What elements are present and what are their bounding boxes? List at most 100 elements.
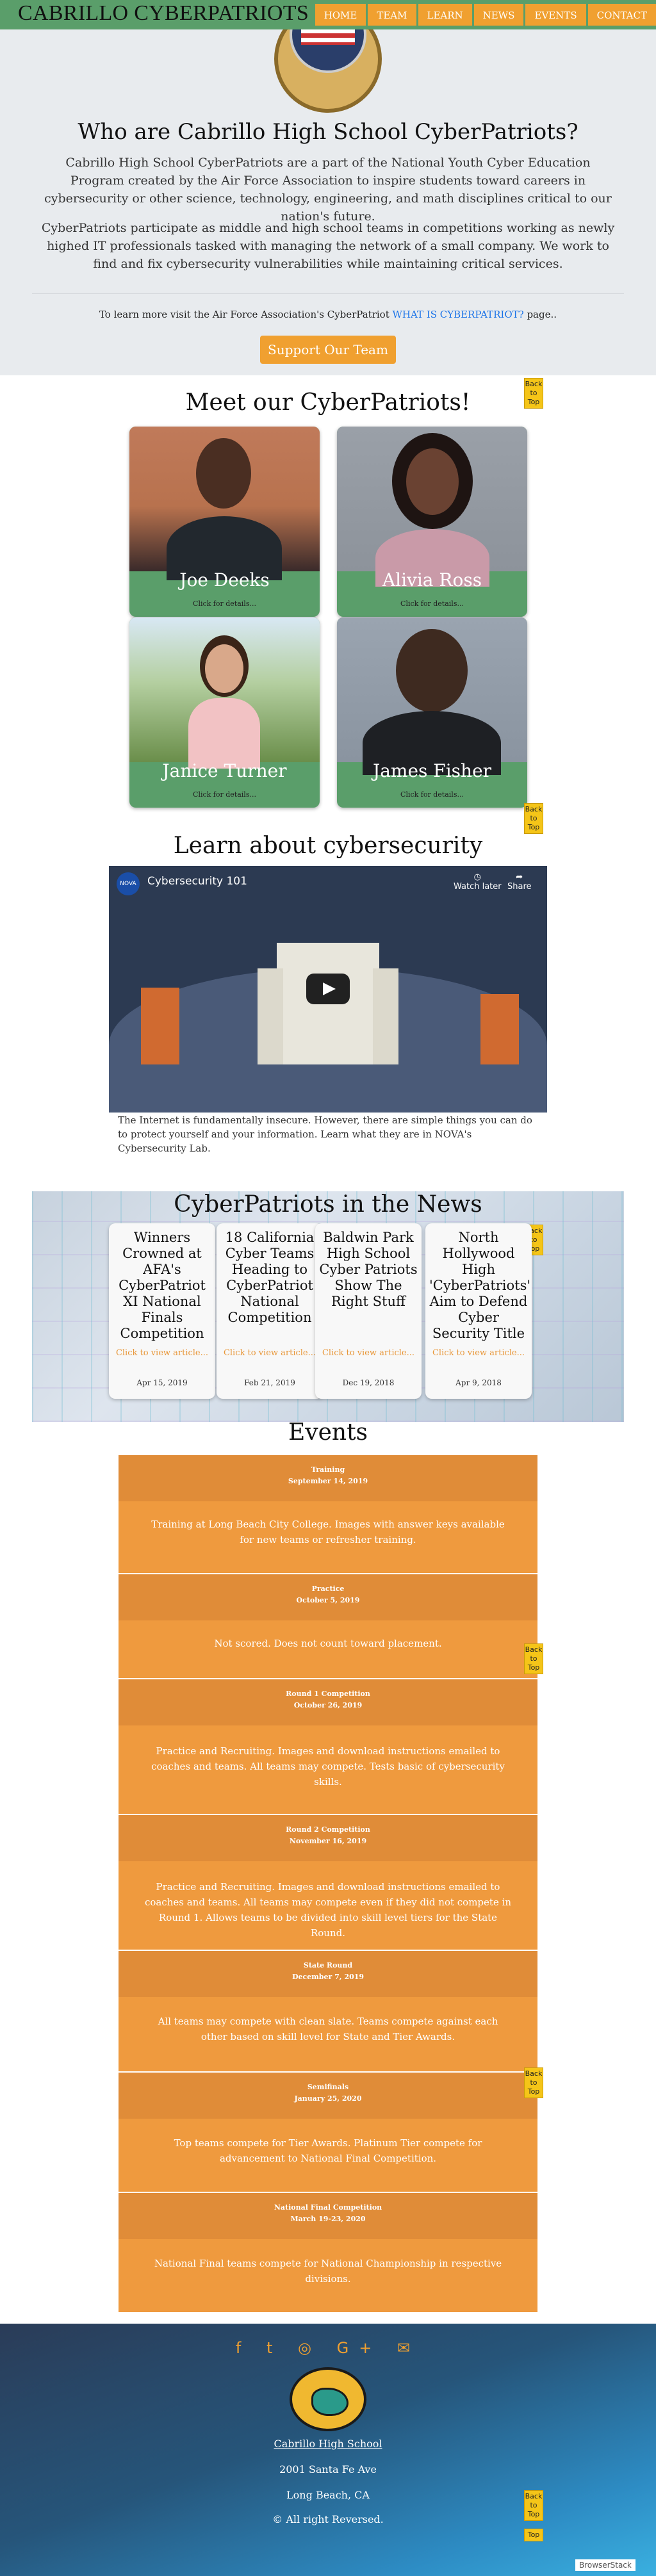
event-name: Round 2 Competition — [286, 1825, 370, 1834]
event-date: September 14, 2019 — [288, 1477, 368, 1485]
event-body: All teams may compete with clean slate. … — [119, 1997, 537, 2071]
meet-section-title: Meet our CyberPatriots! — [185, 389, 471, 416]
jaguar-logo-icon — [290, 2367, 366, 2431]
emblem-center — [290, 29, 366, 73]
member-details-link[interactable]: Click for details... — [337, 790, 527, 799]
news-card-title: Baldwin Park High School Cyber Patriots … — [319, 1230, 418, 1309]
learn-description: The Internet is fundamentally insecure. … — [118, 1114, 532, 1154]
watch-later-label: Watch later — [454, 882, 502, 892]
support-our-team-button[interactable]: Support Our Team — [260, 336, 396, 364]
member-details-link[interactable]: Click for details... — [129, 599, 320, 608]
event-header: Round 2 Competition November 16, 2019 — [119, 1815, 537, 1861]
event-header: Training September 14, 2019 — [119, 1455, 537, 1501]
news-card[interactable]: Winners Crowned at AFA's CyberPatriot XI… — [109, 1223, 215, 1399]
footer-school-link[interactable]: Cabrillo High School — [0, 2438, 656, 2450]
news-card[interactable]: 18 California Cyber Teams Heading to Cyb… — [217, 1223, 323, 1399]
event-name: Training — [311, 1465, 345, 1474]
event-body: Practice and Recruiting. Images and down… — [119, 1725, 537, 1814]
event-header: National Final Competition March 19-23, … — [119, 2193, 537, 2239]
event-body: Practice and Recruiting. Images and down… — [119, 1861, 537, 1950]
member-name: Janice Turner — [162, 760, 287, 781]
nav-item-team[interactable]: TEAM — [368, 4, 416, 26]
browserstack-watermark: BrowserStack — [575, 2559, 636, 2571]
event-date: November 16, 2019 — [289, 1837, 367, 1845]
member-name: Joe Deeks — [179, 569, 270, 591]
member-card-janice-turner[interactable]: Janice Turner Click for details... — [129, 617, 320, 808]
member-photo — [337, 617, 527, 775]
share-label: Share — [507, 882, 532, 892]
hero-divider — [32, 293, 624, 294]
event-date: January 25, 2020 — [294, 2094, 362, 2103]
event-date: October 26, 2019 — [293, 1701, 363, 1709]
play-button[interactable] — [306, 974, 350, 1004]
nav-menu: HOME TEAM LEARN NEWS EVENTS CONTACT — [313, 4, 656, 26]
member-card-james-fisher[interactable]: James Fisher Click for details... — [337, 617, 527, 808]
nav-item-learn[interactable]: LEARN — [418, 4, 472, 26]
event-description: Training at Long Beach City College. Ima… — [151, 1519, 505, 1545]
news-card-link[interactable]: Click to view article... — [319, 1346, 418, 1360]
video-scene-tower — [141, 988, 179, 1064]
nav-item-news[interactable]: NEWS — [473, 4, 524, 26]
event-body: Training at Long Beach City College. Ima… — [119, 1501, 537, 1573]
site-brand[interactable]: CABRILLO CYBERPATRIOTS — [18, 1, 309, 26]
news-card-date: Feb 21, 2019 — [244, 1378, 295, 1387]
member-name: James Fisher — [372, 760, 492, 781]
nav-item-home[interactable]: HOME — [315, 4, 366, 26]
news-card-title: 18 California Cyber Teams Heading to Cyb… — [225, 1230, 315, 1325]
hero-paragraph-1: Cabrillo High School CyberPatriots are a… — [44, 156, 612, 224]
member-details-link[interactable]: Click for details... — [337, 599, 527, 608]
event-name: Round 1 Competition — [286, 1690, 370, 1698]
news-card[interactable]: Baldwin Park High School Cyber Patriots … — [315, 1223, 422, 1399]
event-description: National Final teams compete for Nationa… — [154, 2258, 502, 2285]
face-shape — [205, 644, 243, 693]
footer-city: Long Beach, CA — [286, 2489, 370, 2501]
news-card-link[interactable]: Click to view article... — [113, 1346, 211, 1360]
video-player[interactable]: NOVA Cybersecurity 101 ◷ Watch later ➦ S… — [109, 866, 547, 1113]
footer-address: 2001 Santa Fe Ave — [279, 2463, 377, 2475]
back-to-top-button[interactable]: Back to Top — [524, 1643, 543, 1674]
watch-later-button[interactable]: ◷ Watch later — [454, 872, 502, 892]
member-card-joe-deeks[interactable]: Joe Deeks Click for details... — [129, 427, 320, 617]
top-button[interactable]: Top — [524, 2529, 543, 2541]
face-shape — [196, 438, 251, 509]
flag-icon — [301, 29, 355, 45]
member-photo — [337, 427, 527, 587]
member-details-link[interactable]: Click for details... — [129, 790, 320, 799]
share-icon: ➦ — [516, 872, 523, 882]
news-card-link[interactable]: Click to view article... — [220, 1346, 319, 1360]
member-card-alivia-ross[interactable]: Alivia Ross Click for details... — [337, 427, 527, 617]
learn-more-prefix: To learn more visit the Air Force Associ… — [99, 309, 393, 320]
footer-copyright: © All right Reversed. — [272, 2513, 384, 2525]
news-card-link[interactable]: Click to view article... — [429, 1346, 528, 1360]
back-to-top-button[interactable]: Back to Top — [524, 803, 543, 834]
social-icons[interactable]: f t ◎ G+ ✉ — [0, 2339, 656, 2357]
event-name: Semifinals — [307, 2083, 349, 2091]
event-header: Round 1 Competition October 26, 2019 — [119, 1679, 537, 1725]
event-body: Not scored. Does not count toward placem… — [119, 1620, 537, 1678]
news-card-date: Apr 15, 2019 — [136, 1378, 188, 1387]
back-to-top-button[interactable]: Back to Top — [524, 2067, 543, 2098]
news-card[interactable]: North Hollywood High 'CyberPatriots' Aim… — [425, 1223, 532, 1399]
clock-icon: ◷ — [473, 872, 481, 882]
what-is-cyberpatriot-link[interactable]: WHAT IS CYBERPATRIOT? — [392, 309, 523, 320]
events-section-title: Events — [288, 1419, 368, 1446]
member-photo — [129, 427, 320, 580]
nav-item-events[interactable]: EVENTS — [525, 4, 586, 26]
event-name: State Round — [303, 1961, 353, 1969]
event-description: Top teams compete for Tier Awards. Plati… — [174, 2137, 482, 2164]
back-to-top-button[interactable]: Back to Top — [524, 2490, 543, 2521]
share-button[interactable]: ➦ Share — [507, 872, 532, 892]
news-section-title: CyberPatriots in the News — [174, 1191, 482, 1218]
event-body: Top teams compete for Tier Awards. Plati… — [119, 2119, 537, 2192]
member-photo — [129, 617, 320, 769]
event-header: Practice October 5, 2019 — [119, 1574, 537, 1620]
event-date: October 5, 2019 — [296, 1596, 360, 1604]
nova-logo-icon[interactable]: NOVA — [117, 872, 140, 895]
video-title[interactable]: Cybersecurity 101 — [147, 875, 247, 888]
nav-item-contact[interactable]: CONTACT — [587, 4, 656, 26]
site-footer: f t ◎ G+ ✉ Cabrillo High School 2001 San… — [0, 2324, 656, 2576]
video-scene-tower — [480, 994, 519, 1064]
event-date: December 7, 2019 — [291, 1973, 365, 1981]
top-navbar: CABRILLO CYBERPATRIOTS HOME TEAM LEARN N… — [0, 0, 656, 29]
hero-title: Who are Cabrillo High School CyberPatrio… — [78, 119, 578, 145]
